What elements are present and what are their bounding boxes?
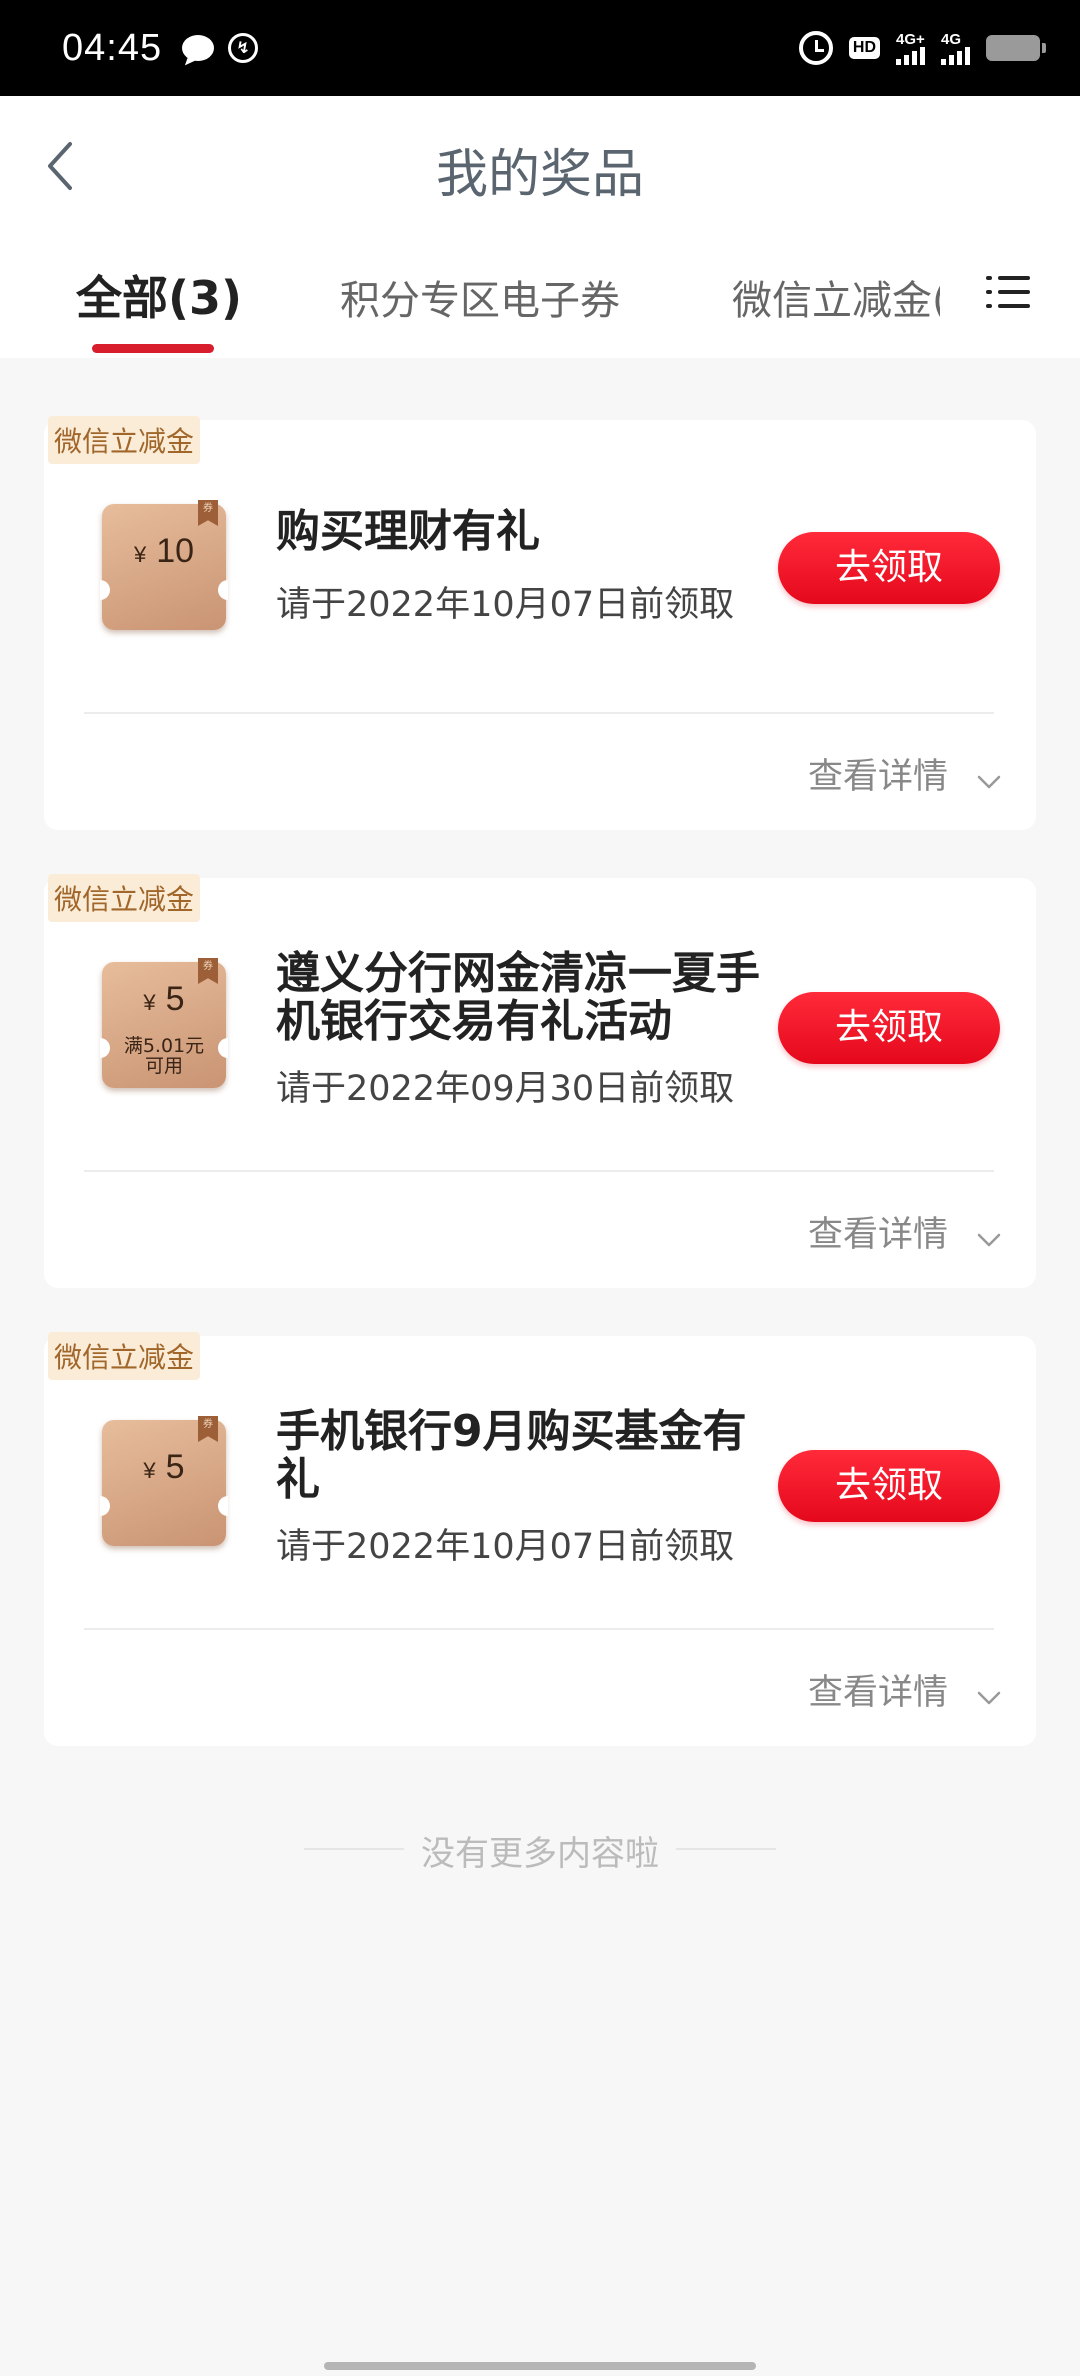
coupon-condition: 满5.01元 可用: [123, 1035, 205, 1077]
chevron-down-icon[interactable]: [976, 774, 1002, 790]
coupon-icon: 券 ¥5 满5.01元 可用: [100, 958, 228, 1088]
coupon-value: ¥10: [133, 532, 195, 570]
tab-all[interactable]: 全部(3): [76, 262, 242, 328]
alarm-icon: [798, 31, 833, 65]
tab-points-coupons[interactable]: 积分专区电子券: [340, 268, 620, 326]
tab-wechat-discount[interactable]: 微信立减金(: [732, 268, 940, 326]
status-bar: 04:45 ↯ HD 4G+ 4G: [0, 0, 1080, 96]
prize-card: 微信立减金 券 ¥5 满5.01元 可用 遵义分行网金清凉一夏手机银行交易有礼活…: [44, 874, 1036, 1288]
view-details-link[interactable]: 查看详情: [808, 748, 948, 799]
claim-button[interactable]: 去领取: [778, 532, 1000, 604]
header: 我的奖品 全部(3) 积分专区电子券 微信立减金(: [0, 96, 1080, 358]
coupon-ribbon: 券: [198, 500, 218, 526]
end-of-list-note: 没有更多内容啦: [421, 1834, 659, 1874]
card-tag: 微信立减金: [48, 416, 201, 464]
status-time: 04:45: [62, 26, 163, 69]
coupon-value: ¥5: [143, 1448, 185, 1486]
claim-button[interactable]: 去领取: [778, 992, 1000, 1064]
notification-icon: ↯: [228, 33, 259, 63]
view-details-link[interactable]: 查看详情: [808, 1664, 948, 1715]
card-divider: [84, 1628, 994, 1630]
hd-icon: HD: [848, 37, 880, 59]
coupon-icon: 券 ¥10: [100, 500, 228, 630]
prize-card: 微信立减金 券 ¥5 手机银行9月购买基金有礼 请于2022年10月07日前领取…: [44, 1332, 1036, 1746]
card-title: 遵义分行网金清凉一夏手机银行交易有礼活动: [276, 948, 760, 1047]
signal-icon: 4G+: [896, 32, 925, 65]
menu-button[interactable]: [986, 272, 1030, 312]
card-divider: [84, 712, 994, 714]
coupon-ribbon: 券: [198, 1416, 218, 1442]
card-date: 请于2022年09月30日前领取: [276, 1069, 735, 1109]
card-tag: 微信立减金: [48, 874, 201, 922]
coupon-icon: 券 ¥5: [100, 1416, 228, 1546]
chevron-down-icon[interactable]: [976, 1690, 1002, 1706]
card-title: 手机银行9月购买基金有礼: [276, 1406, 747, 1505]
home-indicator[interactable]: [324, 2362, 756, 2370]
tab-bar: 全部(3) 积分专区电子券 微信立减金(: [0, 256, 1080, 358]
card-title: 购买理财有礼: [276, 506, 540, 557]
view-details-link[interactable]: 查看详情: [808, 1206, 948, 1257]
card-tag: 微信立减金: [48, 1332, 201, 1380]
end-divider-right: [676, 1848, 776, 1850]
prize-card: 微信立减金 券 ¥10 购买理财有礼 请于2022年10月07日前领取 去领取 …: [44, 416, 1036, 830]
card-divider: [84, 1170, 994, 1172]
battery-icon: [986, 35, 1046, 61]
chevron-down-icon[interactable]: [976, 1232, 1002, 1248]
message-icon: [182, 35, 215, 61]
coupon-value: ¥5: [143, 980, 185, 1018]
card-date: 请于2022年10月07日前领取: [276, 1527, 735, 1567]
claim-button[interactable]: 去领取: [778, 1450, 1000, 1522]
tab-active-indicator: [92, 344, 214, 353]
signal-icon: 4G: [941, 32, 970, 65]
page-title: 我的奖品: [435, 145, 644, 205]
card-date: 请于2022年10月07日前领取: [276, 585, 735, 625]
